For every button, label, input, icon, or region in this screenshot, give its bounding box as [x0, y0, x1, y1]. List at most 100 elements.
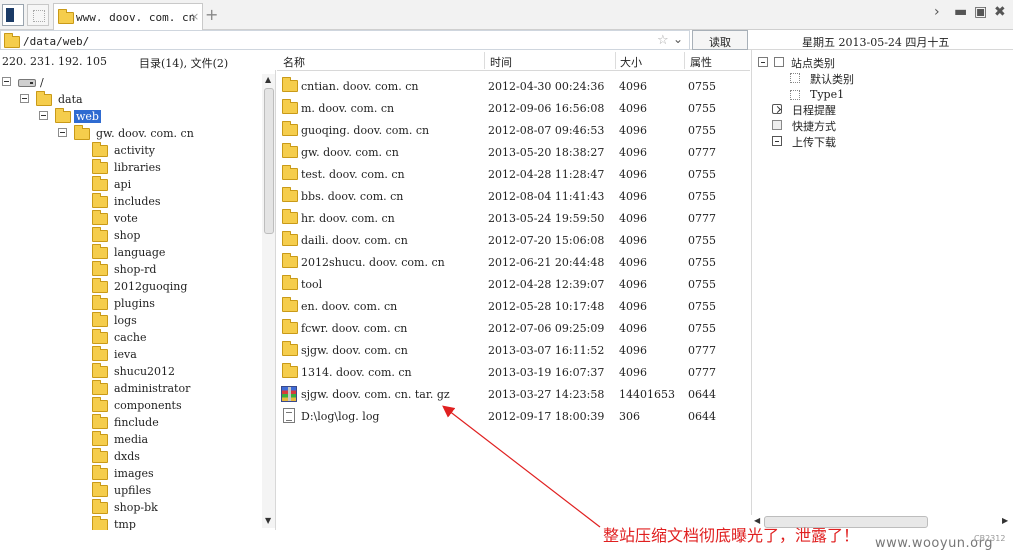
file-name: gw. doov. com. cn	[301, 146, 399, 159]
file-size: 4096	[619, 278, 647, 291]
file-row[interactable]: sjgw. doov. com. cn. tar. gz 2013-03-27 1…	[277, 383, 750, 405]
tree-label: /	[40, 76, 44, 89]
file-row[interactable]: sjgw. doov. com. cn 2013-03-07 16:11:52 40…	[277, 339, 750, 361]
file-row[interactable]: gw. doov. com. cn 2013-05-20 18:38:27 4096…	[277, 141, 750, 163]
collapse-icon[interactable]	[58, 128, 67, 137]
file-row[interactable]: tool 2012-04-28 12:39:07 4096 0755	[277, 273, 750, 295]
file-time: 2013-05-24 19:59:50	[488, 212, 605, 225]
default-category-node[interactable]: 默认类别	[790, 70, 990, 86]
add-tab-button[interactable]: +	[205, 5, 218, 24]
scroll-thumb[interactable]	[264, 88, 274, 234]
header-time[interactable]: 时间	[490, 54, 512, 70]
bookmark-star-icon[interactable]: ☆	[657, 33, 669, 48]
category-icon	[790, 90, 800, 100]
tree-node-folder[interactable]: api	[76, 176, 256, 193]
collapse-icon[interactable]	[758, 57, 768, 67]
tree-label: shop-rd	[114, 263, 157, 276]
file-row[interactable]: m. doov. com. cn 2012-09-06 16:56:08 4096 0…	[277, 97, 750, 119]
folder-icon	[282, 121, 298, 136]
file-perm: 0755	[688, 80, 716, 93]
document-icon	[283, 408, 295, 423]
file-row[interactable]: en. doov. com. cn 2012-05-28 10:17:48 4096…	[277, 295, 750, 317]
close-tab-icon[interactable]: ×	[190, 10, 199, 23]
file-size: 4096	[619, 168, 647, 181]
file-row[interactable]: cntian. doov. com. cn 2012-04-30 00:24:36…	[277, 75, 750, 97]
shortcuts-node[interactable]: 快捷方式	[772, 117, 972, 133]
file-row[interactable]: D:\log\log. log 2012-09-17 18:00:39 306 064…	[277, 405, 750, 427]
tree-node-folder[interactable]: libraries	[76, 159, 256, 176]
tree-node-data[interactable]: data	[20, 91, 250, 108]
tree-node-folder[interactable]: cache	[76, 329, 256, 346]
tree-node-web[interactable]: web	[39, 108, 259, 125]
maximize-icon[interactable]: ▣	[974, 4, 987, 20]
file-row[interactable]: 2012shucu. doov. com. cn 2012-06-21 20:44…	[277, 251, 750, 273]
file-row[interactable]: hr. doov. com. cn 2013-05-24 19:59:50 4096…	[277, 207, 750, 229]
tree-node-folder[interactable]: dxds	[76, 448, 256, 465]
file-perm: 0777	[688, 366, 716, 379]
tree-node-folder[interactable]: language	[76, 244, 256, 261]
tree-node-folder[interactable]: shop-bk	[76, 499, 256, 516]
tree-node-folder[interactable]: administrator	[76, 380, 256, 397]
tree-scrollbar[interactable]: ▲ ▼	[262, 74, 275, 528]
tree-node-folder[interactable]: 2012guoqing	[76, 278, 256, 295]
upload-download-node[interactable]: 上传下载	[772, 133, 972, 149]
file-row[interactable]: bbs. doov. com. cn 2012-08-04 11:41:43 409…	[277, 185, 750, 207]
file-row[interactable]: test. doov. com. cn 2012-04-28 11:28:47 40…	[277, 163, 750, 185]
folder-icon	[92, 414, 108, 429]
tab-site[interactable]: www. doov. com. cn ×	[53, 3, 203, 30]
tree-node-folder[interactable]: components	[76, 397, 256, 414]
tree-node-site[interactable]: gw. doov. com. cn	[58, 125, 258, 142]
tree-node-folder[interactable]: finclude	[76, 414, 256, 431]
folder-icon	[282, 253, 298, 268]
tree-node-folder[interactable]: shucu2012	[76, 363, 256, 380]
chevron-down-icon[interactable]: ⌄	[673, 32, 683, 46]
file-name: bbs. doov. com. cn	[301, 190, 404, 203]
read-button[interactable]: 读取	[692, 30, 748, 50]
header-name[interactable]: 名称	[283, 54, 305, 70]
scroll-up-icon[interactable]: ▲	[265, 75, 271, 84]
tree-node-folder[interactable]: images	[76, 465, 256, 482]
tree-node-folder[interactable]: activity	[76, 142, 256, 159]
folder-icon	[92, 431, 108, 446]
tree-node-folder[interactable]: upfiles	[76, 482, 256, 499]
folder-icon	[4, 33, 20, 48]
file-name: m. doov. com. cn	[301, 102, 395, 115]
forward-icon[interactable]: ›	[934, 4, 940, 20]
file-row[interactable]: daili. doov. com. cn 2012-07-20 15:06:08 4…	[277, 229, 750, 251]
tree-node-root[interactable]: /	[2, 74, 252, 91]
header-perm[interactable]: 属性	[690, 54, 712, 70]
blank-tab-button[interactable]	[27, 4, 49, 26]
file-size: 306	[619, 410, 640, 423]
scroll-down-icon[interactable]: ▼	[265, 516, 271, 525]
upload-download-label: 上传下载	[792, 136, 836, 149]
tree-label: 2012guoqing	[114, 280, 188, 293]
folder-icon	[92, 499, 108, 514]
tree-node-folder[interactable]: includes	[76, 193, 256, 210]
panel-toggle-button[interactable]	[2, 4, 24, 26]
tree-node-folder[interactable]: plugins	[76, 295, 256, 312]
tree-label: vote	[114, 212, 138, 225]
file-perm: 0644	[688, 410, 716, 423]
tree-node-folder[interactable]: vote	[76, 210, 256, 227]
file-row[interactable]: 1314. doov. com. cn 2013-03-19 16:07:37 40…	[277, 361, 750, 383]
file-row[interactable]: fcwr. doov. com. cn 2012-07-06 09:25:09 40…	[277, 317, 750, 339]
tree-node-folder[interactable]: shop-rd	[76, 261, 256, 278]
path-input[interactable]: /data/web/ ☆ ⌄	[0, 30, 690, 50]
site-category-node[interactable]: 站点类别	[758, 54, 958, 70]
tree-node-folder[interactable]: tmp	[76, 516, 256, 530]
minimize-icon[interactable]: ▬	[954, 4, 967, 20]
file-time: 2013-03-27 14:23:58	[488, 388, 605, 401]
collapse-icon[interactable]	[20, 94, 29, 103]
file-row[interactable]: guoqing. doov. com. cn 2012-08-07 09:46:5…	[277, 119, 750, 141]
tree-node-folder[interactable]: ieva	[76, 346, 256, 363]
tree-node-folder[interactable]: media	[76, 431, 256, 448]
scroll-right-icon[interactable]: ▶	[1002, 516, 1008, 525]
header-size[interactable]: 大小	[620, 54, 642, 70]
close-window-icon[interactable]: ✖	[994, 4, 1006, 20]
collapse-icon[interactable]	[2, 77, 11, 86]
file-name: test. doov. com. cn	[301, 168, 405, 181]
collapse-icon[interactable]	[39, 111, 48, 120]
tree-node-folder[interactable]: shop	[76, 227, 256, 244]
schedule-node[interactable]: 日程提醒	[772, 101, 972, 117]
tree-node-folder[interactable]: logs	[76, 312, 256, 329]
